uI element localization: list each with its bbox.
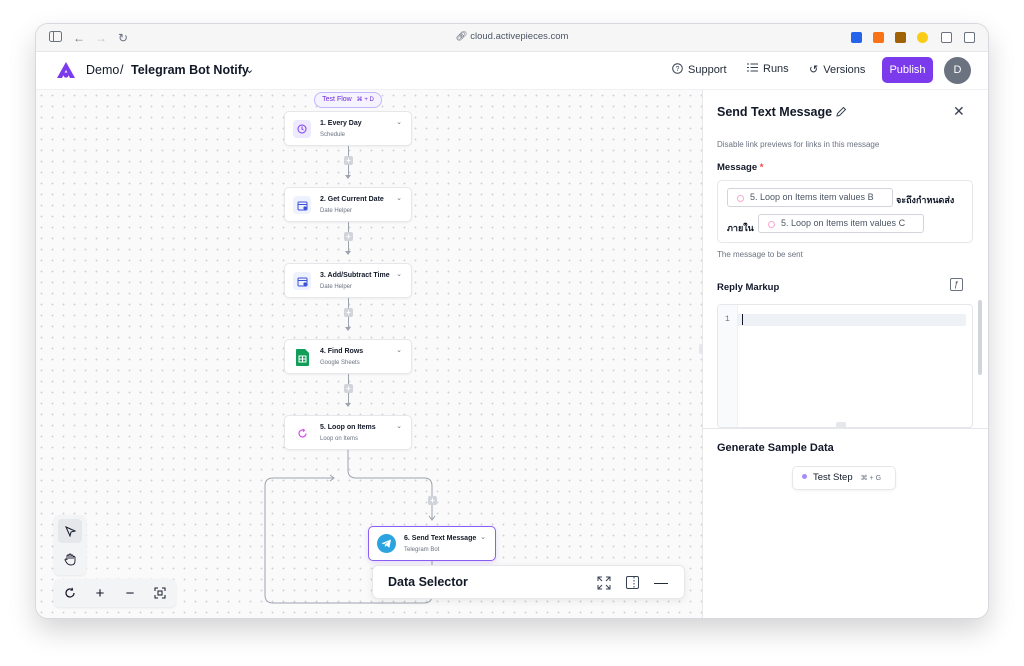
- step-title: 4. Find Rows: [320, 348, 364, 355]
- active-line-highlight: [718, 314, 966, 326]
- generate-sample-title: Generate Sample Data: [717, 442, 834, 454]
- flow-canvas[interactable]: Test Flow ⌘ + D + + + + + 1. Every Day S…: [36, 90, 702, 618]
- schedule-icon: [293, 120, 311, 138]
- app-header: Demo / Telegram Bot Notify ⌄ ? Support R…: [36, 52, 988, 90]
- browser-toolbar: ← → ↻ 🔗︎ cloud.activepieces.com: [36, 24, 988, 52]
- step-title: 3. Add/Subtract Time: [320, 272, 390, 279]
- step-title: 6. Send Text Message: [404, 535, 477, 542]
- data-reference-chip[interactable]: 5. Loop on Items item values C: [758, 214, 924, 233]
- data-reference-chip[interactable]: 5. Loop on Items item values B: [727, 188, 893, 207]
- help-circle-icon: ?: [672, 63, 683, 77]
- calendar-icon: [293, 272, 311, 290]
- split-view-icon[interactable]: [964, 32, 975, 43]
- flow-step-2[interactable]: 2. Get Current Date Date Helper ⌄: [284, 187, 412, 222]
- step-subtitle: Google Sheets: [320, 360, 360, 366]
- canvas-zoom-toolbox: + −: [54, 579, 176, 607]
- chevron-down-icon[interactable]: ⌄: [396, 346, 402, 354]
- google-sheets-icon: [293, 348, 311, 366]
- chevron-down-icon[interactable]: ⌄: [396, 194, 402, 202]
- reply-markup-label: Reply Markup: [717, 282, 780, 293]
- history-icon: ↺: [809, 64, 819, 76]
- dock-side-icon[interactable]: [626, 576, 639, 594]
- message-help-text: The message to be sent: [717, 250, 803, 259]
- extension-icon[interactable]: [895, 32, 906, 43]
- calendar-icon: [293, 196, 311, 214]
- svg-text:?: ?: [676, 66, 680, 73]
- flow-step-3[interactable]: 3. Add/Subtract Time Date Helper ⌄: [284, 263, 412, 298]
- flow-menu-chevron-icon[interactable]: ⌄: [245, 63, 254, 76]
- chevron-down-icon[interactable]: ⌄: [396, 118, 402, 126]
- bitwarden-extension-icon[interactable]: [851, 32, 862, 43]
- message-text: ภายใน: [727, 223, 754, 233]
- breadcrumb-separator: /: [120, 63, 124, 77]
- data-selector-title: Data Selector: [388, 575, 468, 589]
- step-settings-panel: Send Text Message ✕ Disable link preview…: [702, 90, 988, 618]
- extension-icon[interactable]: [873, 32, 884, 43]
- close-icon[interactable]: ✕: [953, 103, 965, 120]
- panel-title: Send Text Message: [717, 105, 833, 119]
- message-label: Message *: [717, 162, 764, 173]
- chevron-down-icon[interactable]: ⌄: [480, 533, 486, 541]
- step-title: 2. Get Current Date: [320, 196, 384, 203]
- chevron-down-icon[interactable]: ⌄: [396, 422, 402, 430]
- runs-button[interactable]: Runs: [747, 63, 789, 75]
- zoom-out-icon[interactable]: −: [118, 581, 142, 605]
- activepieces-logo-icon[interactable]: [56, 61, 76, 79]
- user-avatar[interactable]: D: [944, 57, 971, 84]
- link-icon: 🔗︎: [455, 31, 471, 42]
- line-number: 1: [725, 315, 730, 324]
- message-input[interactable]: 5. Loop on Items item values B จะถึงกำหน…: [717, 180, 973, 243]
- browser-window: ← → ↻ 🔗︎ cloud.activepieces.com Demo / T…: [36, 24, 988, 618]
- flow-step-1[interactable]: 1. Every Day Schedule ⌄: [284, 111, 412, 146]
- status-dot-icon: [802, 474, 807, 479]
- data-selector-panel: Data Selector —: [372, 565, 685, 599]
- step-title: 1. Every Day: [320, 120, 362, 127]
- field-description: Disable link previews for links in this …: [717, 140, 880, 149]
- section-divider: [703, 428, 988, 429]
- step-subtitle: Date Helper: [320, 208, 353, 214]
- loop-icon: [293, 424, 311, 442]
- add-step-button[interactable]: +: [428, 496, 437, 505]
- flow-step-4[interactable]: 4. Find Rows Google Sheets ⌄: [284, 339, 412, 374]
- extension-icon[interactable]: [917, 32, 928, 43]
- minimize-icon[interactable]: —: [654, 574, 668, 590]
- step-subtitle: Date Helper: [320, 284, 353, 290]
- reset-view-icon[interactable]: [58, 581, 82, 605]
- step-subtitle: Schedule: [320, 132, 346, 138]
- telegram-icon: [376, 533, 396, 553]
- chevron-down-icon[interactable]: ⌄: [396, 270, 402, 278]
- versions-button[interactable]: ↺ Versions: [809, 63, 865, 77]
- flow-name[interactable]: Telegram Bot Notify: [131, 63, 249, 77]
- flow-step-5[interactable]: 5. Loop on Items Loop on Items ⌄: [284, 415, 412, 450]
- pointer-icon[interactable]: [58, 519, 82, 543]
- edit-pencil-icon[interactable]: [835, 105, 847, 123]
- canvas-mode-toolbox: [54, 515, 86, 575]
- step-title: 5. Loop on Items: [320, 424, 376, 431]
- expand-icon[interactable]: [597, 576, 611, 595]
- dynamic-value-toggle-icon[interactable]: ƒ: [950, 278, 963, 291]
- address-bar[interactable]: 🔗︎ cloud.activepieces.com: [36, 31, 988, 42]
- reader-icon[interactable]: [941, 32, 952, 43]
- step-subtitle: Loop on Items: [320, 436, 359, 442]
- message-text: จะถึงกำหนดส่ง: [896, 195, 955, 205]
- fit-view-icon[interactable]: [148, 581, 172, 605]
- list-icon: [747, 63, 758, 75]
- scrollbar[interactable]: [978, 300, 982, 375]
- hand-pan-icon[interactable]: [58, 547, 82, 571]
- flow-step-6[interactable]: 6. Send Text Message Telegram Bot ⌄: [368, 526, 496, 561]
- step-subtitle: Telegram Bot: [404, 547, 440, 553]
- publish-button[interactable]: Publish: [882, 57, 933, 83]
- reply-markup-code-editor[interactable]: 1: [717, 304, 973, 428]
- zoom-in-icon[interactable]: +: [88, 581, 112, 605]
- text-cursor: [742, 314, 743, 325]
- support-button[interactable]: ? Support: [672, 63, 727, 77]
- test-step-button[interactable]: Test Step ⌘ + G: [792, 466, 896, 490]
- project-name[interactable]: Demo: [86, 63, 119, 77]
